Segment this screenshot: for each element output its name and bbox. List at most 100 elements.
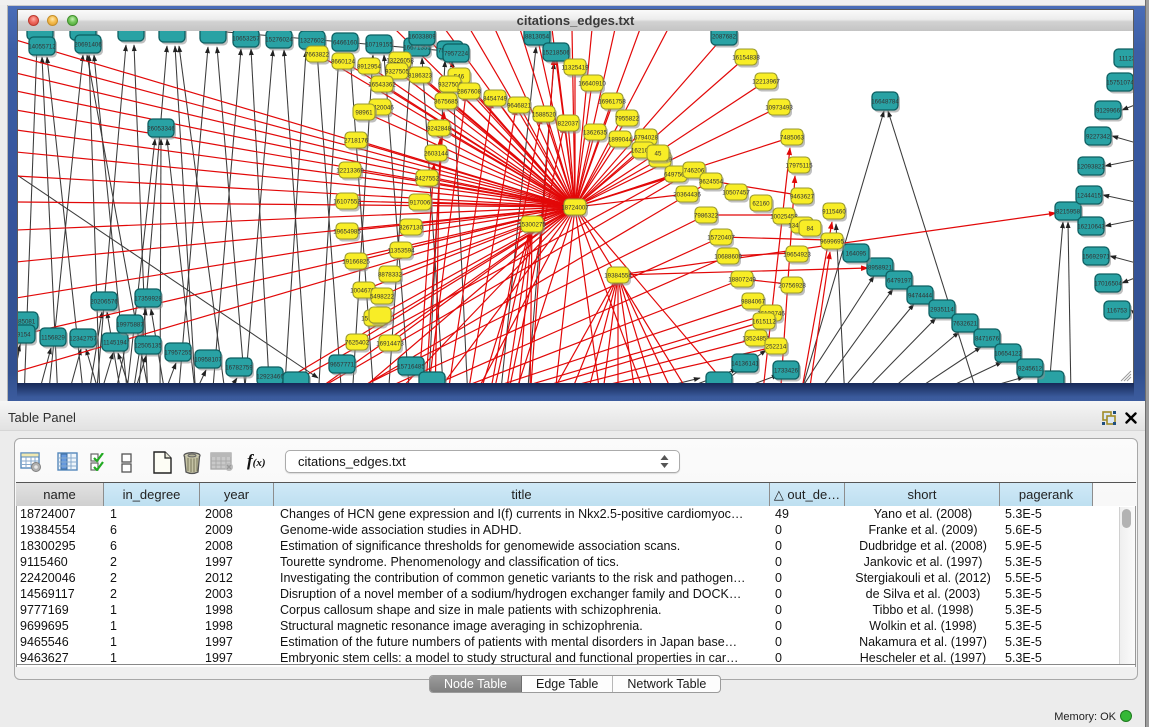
svg-text:10688609: 10688609 bbox=[714, 253, 742, 260]
svg-text:9474444: 9474444 bbox=[908, 292, 933, 299]
svg-text:84: 84 bbox=[807, 225, 814, 232]
svg-text:9242848: 9242848 bbox=[427, 125, 452, 132]
svg-text:10507457: 10507457 bbox=[722, 189, 750, 196]
svg-text:16210643: 16210643 bbox=[1077, 223, 1105, 230]
svg-text:15751074: 15751074 bbox=[1106, 79, 1133, 86]
svg-text:16543362: 16543362 bbox=[368, 81, 396, 88]
svg-text:1588520: 1588520 bbox=[532, 111, 557, 118]
svg-text:20364436: 20364436 bbox=[673, 191, 701, 198]
svg-text:16782759: 16782759 bbox=[225, 364, 253, 371]
svg-text:9646821: 9646821 bbox=[507, 102, 532, 109]
svg-text:17359928: 17359928 bbox=[134, 295, 162, 302]
svg-text:8215958: 8215958 bbox=[1056, 208, 1081, 215]
svg-text:2087682: 2087682 bbox=[712, 33, 737, 40]
svg-text:15218506: 15218506 bbox=[542, 49, 570, 56]
svg-text:17975115: 17975115 bbox=[785, 162, 813, 169]
svg-text:14055712: 14055712 bbox=[28, 43, 56, 50]
svg-text:746206: 746206 bbox=[684, 167, 705, 174]
svg-text:10654122: 10654122 bbox=[994, 350, 1022, 357]
svg-text:12923466: 12923466 bbox=[256, 373, 284, 380]
svg-text:16033809: 16033809 bbox=[408, 33, 436, 40]
svg-text:1327602: 1327602 bbox=[300, 37, 325, 44]
svg-text:45: 45 bbox=[655, 150, 662, 157]
svg-text:15720407: 15720407 bbox=[707, 234, 735, 241]
svg-text:16107552: 16107552 bbox=[333, 198, 361, 205]
svg-text:16640910: 16640910 bbox=[578, 80, 606, 87]
svg-text:9115460: 9115460 bbox=[822, 208, 846, 215]
svg-text:8660124: 8660124 bbox=[331, 58, 356, 65]
svg-text:11325419: 11325419 bbox=[561, 64, 589, 71]
svg-text:1244415: 1244415 bbox=[1077, 192, 1102, 199]
svg-text:1615112: 1615112 bbox=[752, 318, 776, 325]
svg-text:98961: 98961 bbox=[355, 109, 373, 116]
svg-text:6479197: 6479197 bbox=[887, 277, 912, 284]
svg-text:39154: 39154 bbox=[18, 331, 31, 338]
svg-text:15716485: 15716485 bbox=[397, 363, 425, 370]
svg-text:2603144: 2603144 bbox=[424, 150, 449, 157]
svg-text:62160: 62160 bbox=[752, 200, 770, 207]
svg-text:16648784: 16648784 bbox=[871, 98, 899, 105]
svg-text:17957255: 17957255 bbox=[164, 349, 192, 356]
svg-text:9657771: 9657771 bbox=[330, 361, 355, 368]
svg-text:8471676: 8471676 bbox=[975, 335, 1000, 342]
svg-text:2718176: 2718176 bbox=[344, 137, 369, 144]
svg-text:7663822: 7663822 bbox=[305, 51, 330, 58]
svg-text:17016504: 17016504 bbox=[1094, 280, 1122, 287]
svg-text:20691406: 20691406 bbox=[74, 41, 102, 48]
svg-text:8912954: 8912954 bbox=[357, 63, 382, 70]
svg-text:1145194: 1145194 bbox=[103, 339, 127, 346]
svg-text:6466160: 6466160 bbox=[333, 39, 358, 46]
svg-text:7955822: 7955822 bbox=[615, 115, 640, 122]
svg-text:8454749: 8454749 bbox=[483, 95, 508, 102]
svg-text:10719155: 10719155 bbox=[365, 41, 393, 48]
svg-text:14136141: 14136141 bbox=[731, 360, 759, 367]
svg-text:12093822: 12093822 bbox=[1077, 163, 1105, 170]
svg-text:9129966: 9129966 bbox=[1096, 107, 1121, 114]
svg-text:19654923: 19654923 bbox=[783, 251, 811, 258]
svg-text:10973493: 10973493 bbox=[765, 104, 793, 111]
svg-text:2935114: 2935114 bbox=[930, 306, 954, 313]
svg-text:8427552: 8427552 bbox=[415, 175, 440, 182]
svg-text:2867608: 2867608 bbox=[457, 88, 482, 95]
svg-text:10958107: 10958107 bbox=[194, 356, 222, 363]
svg-text:917006: 917006 bbox=[410, 199, 431, 206]
svg-text:18724007: 18724007 bbox=[561, 204, 589, 211]
svg-text:3675685: 3675685 bbox=[434, 98, 459, 105]
svg-text:12342757: 12342757 bbox=[69, 335, 97, 342]
svg-text:8813054: 8813054 bbox=[525, 33, 550, 40]
svg-text:19975887: 19975887 bbox=[116, 321, 144, 328]
svg-text:19654985: 19654985 bbox=[333, 228, 361, 235]
svg-text:7625402: 7625402 bbox=[345, 339, 370, 346]
svg-text:8186323: 8186323 bbox=[408, 72, 433, 79]
svg-text:1362635: 1362635 bbox=[583, 129, 608, 136]
svg-text:5498222: 5498222 bbox=[370, 293, 395, 300]
svg-text:1156829: 1156829 bbox=[41, 334, 65, 341]
svg-text:20756928: 20756928 bbox=[778, 282, 806, 289]
svg-text:3624554: 3624554 bbox=[699, 178, 724, 185]
svg-text:1899044: 1899044 bbox=[608, 136, 633, 143]
svg-text:6794028: 6794028 bbox=[634, 134, 659, 141]
svg-text:15276024: 15276024 bbox=[265, 36, 293, 43]
svg-text:9463627: 9463627 bbox=[790, 193, 815, 200]
svg-text:20206576: 20206576 bbox=[90, 298, 118, 305]
svg-text:1733426: 1733426 bbox=[774, 367, 799, 374]
svg-text:9227342: 9227342 bbox=[1086, 133, 1111, 140]
svg-text:9699695: 9699695 bbox=[820, 238, 845, 245]
svg-text:7632621: 7632621 bbox=[953, 320, 978, 327]
svg-text:116753: 116753 bbox=[1107, 307, 1128, 314]
svg-text:164095: 164095 bbox=[846, 250, 867, 257]
svg-text:9884067: 9884067 bbox=[741, 298, 766, 305]
svg-text:11123: 11123 bbox=[1119, 55, 1133, 62]
svg-text:15692971: 15692971 bbox=[1082, 253, 1110, 260]
svg-text:7957224: 7957224 bbox=[444, 50, 469, 57]
svg-text:12213369: 12213369 bbox=[336, 167, 364, 174]
svg-text:8878332: 8878332 bbox=[378, 271, 403, 278]
svg-text:985081: 985081 bbox=[18, 318, 36, 325]
svg-text:12505135: 12505135 bbox=[134, 342, 162, 349]
svg-text:7485063: 7485063 bbox=[780, 134, 805, 141]
svg-text:16914473: 16914473 bbox=[376, 340, 404, 347]
svg-text:252214: 252214 bbox=[766, 343, 787, 350]
svg-text:9327505: 9327505 bbox=[385, 68, 410, 75]
svg-text:26053346: 26053346 bbox=[147, 125, 175, 132]
svg-text:8958921: 8958921 bbox=[868, 264, 893, 271]
